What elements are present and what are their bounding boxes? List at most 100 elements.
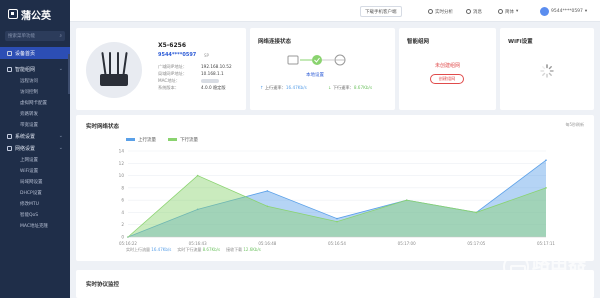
create-mesh-button[interactable]: 创建组网: [430, 74, 464, 84]
device-info-value: 192.168.10.52: [201, 64, 232, 69]
globe-icon: [498, 9, 503, 14]
sidebar-item[interactable]: WiFi设置: [0, 165, 70, 176]
data-point: [266, 190, 269, 192]
footer-stat-value: 12.6Kb/s: [243, 247, 261, 252]
help-icon: [428, 9, 433, 14]
device-info-label: 系统版本：: [158, 85, 179, 90]
sidebar-item[interactable]: 系统设置 ⌄: [0, 130, 70, 142]
traffic-chart: 0 2 4 6 8 10 12 14 05:16:22 05:16:43 05:16:48 05:16…: [119, 149, 556, 247]
sidebar: 蒲公英 搜索菜单功能 ⌕ 设备首页智能组网 ⌄ 远程访问访问控制虚拟网卡配置 旁路转发…: [0, 0, 70, 298]
router-logo-icon: [503, 254, 529, 280]
sidebar-item[interactable]: 智能组网 ⌄: [0, 63, 70, 75]
brand-logo[interactable]: 蒲公英: [0, 0, 70, 28]
sidebar-item[interactable]: 带宽设置: [0, 119, 70, 130]
sidebar-item[interactable]: 旁路转发: [0, 108, 70, 119]
sidebar-item-label: WiFi设置: [20, 168, 39, 174]
user-menu[interactable]: 9544****0597 ▾: [540, 6, 587, 17]
device-info-label: MAC地址：: [158, 78, 180, 83]
device-sn[interactable]: 9544****0597: [158, 52, 196, 58]
y-tick-label: 2: [121, 222, 124, 227]
footer-stat-label: 接收下载: [226, 247, 243, 252]
messages-label: 消息: [473, 9, 482, 15]
data-point: [405, 199, 408, 201]
sidebar-item-label: DHCP设置: [20, 190, 42, 196]
x-tick-label: 05:17:11: [537, 241, 555, 246]
x-tick-label: 05:16:22: [119, 241, 137, 246]
sidebar-item[interactable]: 智能QoS: [0, 209, 70, 220]
smart-mesh-card: 智能组网 未创建组网 创建组网: [399, 28, 496, 110]
sidebar-item[interactable]: 虚拟网卡配置: [0, 97, 70, 108]
sidebar-item-label: 设备首页: [15, 50, 36, 57]
menu-icon: [7, 133, 12, 139]
redacted-value: [201, 79, 219, 83]
device-model: X5-6256: [158, 42, 186, 49]
sidebar-item-label: 修改MTU: [20, 201, 39, 207]
y-tick-label: 10: [119, 173, 125, 178]
footer-stat: 接收下载 12.6Kb/s: [226, 247, 261, 253]
y-tick-label: 8: [121, 185, 124, 190]
sidebar-item[interactable]: 网络设置 ⌄: [0, 142, 70, 154]
messages-button[interactable]: 消息: [466, 6, 482, 17]
data-point: [336, 217, 338, 220]
sidebar-item-label: 虚拟网卡配置: [20, 100, 47, 106]
loading-spinner-icon: [540, 64, 554, 78]
download-client-button[interactable]: 下载手机客户端: [360, 6, 402, 17]
sidebar-item[interactable]: DHCP设置: [0, 187, 70, 198]
menu-icon: [7, 50, 12, 56]
search-icon: ⌕: [59, 34, 62, 39]
router-image: [86, 42, 142, 98]
download-rate: ↓ 下行速率：8.67Kb/s: [328, 85, 373, 90]
data-point: [336, 220, 338, 223]
protocol-monitor-title: 实时协议监控: [86, 282, 120, 288]
data-point: [545, 159, 547, 162]
data-point: [266, 205, 269, 208]
device-info-value: 10.168.1.1: [201, 71, 224, 76]
sidebar-item[interactable]: 访问控制: [0, 86, 70, 97]
menu-search-input[interactable]: 搜索菜单功能 ⌕: [5, 31, 65, 41]
brand-name: 蒲公英: [21, 10, 51, 22]
data-point: [545, 187, 547, 189]
y-tick-label: 14: [119, 149, 125, 154]
device-info-label: 局域网IP地址：: [158, 71, 187, 76]
sidebar-item-label: 旁路转发: [20, 111, 38, 117]
network-diagram: [287, 54, 346, 66]
device-info-value: 4.0.0 稳定版: [201, 85, 226, 90]
sidebar-item-label: 访问控制: [20, 89, 38, 95]
wifi-card: WiFi设置: [500, 28, 594, 110]
sidebar-item[interactable]: 局域网设置: [0, 176, 70, 187]
help-button[interactable]: 实时分析: [428, 6, 453, 17]
sidebar-item[interactable]: 设备首页: [0, 47, 70, 59]
topbar: 下载手机客户端 实时分析 消息 简体 ▾ 9544****0597 ▾: [70, 0, 600, 22]
sidebar-item-label: 远程访问: [20, 78, 38, 84]
local-settings-link[interactable]: 本地设置: [250, 72, 380, 78]
language-select[interactable]: 简体 ▾: [498, 6, 518, 17]
y-tick-label: 4: [121, 210, 124, 215]
sidebar-item[interactable]: 远程访问: [0, 75, 70, 86]
footer-stat-label: 实时下行流量: [177, 247, 202, 252]
sidebar-item[interactable]: 上网设置: [0, 154, 70, 165]
footer-stat-label: 实时上行流量: [126, 247, 150, 252]
upload-rate: ↑ 上行速率：16.47Kb/s: [260, 85, 307, 90]
y-tick-label: 0: [121, 235, 124, 240]
sidebar-item[interactable]: 修改MTU: [0, 198, 70, 209]
logo-icon: [8, 9, 18, 19]
smart-mesh-title: 智能组网: [407, 39, 430, 45]
sidebar-item-label: 局域网设置: [20, 179, 43, 185]
series-area: [128, 175, 546, 237]
search-placeholder: 搜索菜单功能: [8, 34, 35, 39]
menu-icon: [7, 66, 12, 72]
watermark-title: 路由器: [532, 253, 586, 274]
avatar: [540, 7, 549, 16]
sidebar-item-label: 智能QoS: [20, 212, 39, 218]
y-tick-label: 6: [121, 198, 124, 203]
x-tick-label: 05:16:43: [189, 241, 207, 246]
watermark: 路由器 luyouqi.com: [503, 254, 586, 280]
sidebar-item-label: 带宽设置: [20, 122, 38, 128]
x-tick-label: 05:16:48: [258, 241, 276, 246]
language-label: 简体: [505, 9, 514, 15]
user-name: 9544****0597: [551, 9, 583, 14]
chevron-icon: ⌄: [58, 145, 63, 151]
sidebar-item[interactable]: MAC地址克隆: [0, 220, 70, 231]
sidebar-scrollbar[interactable]: [68, 54, 70, 94]
mesh-status: 未创建组网: [434, 63, 460, 69]
